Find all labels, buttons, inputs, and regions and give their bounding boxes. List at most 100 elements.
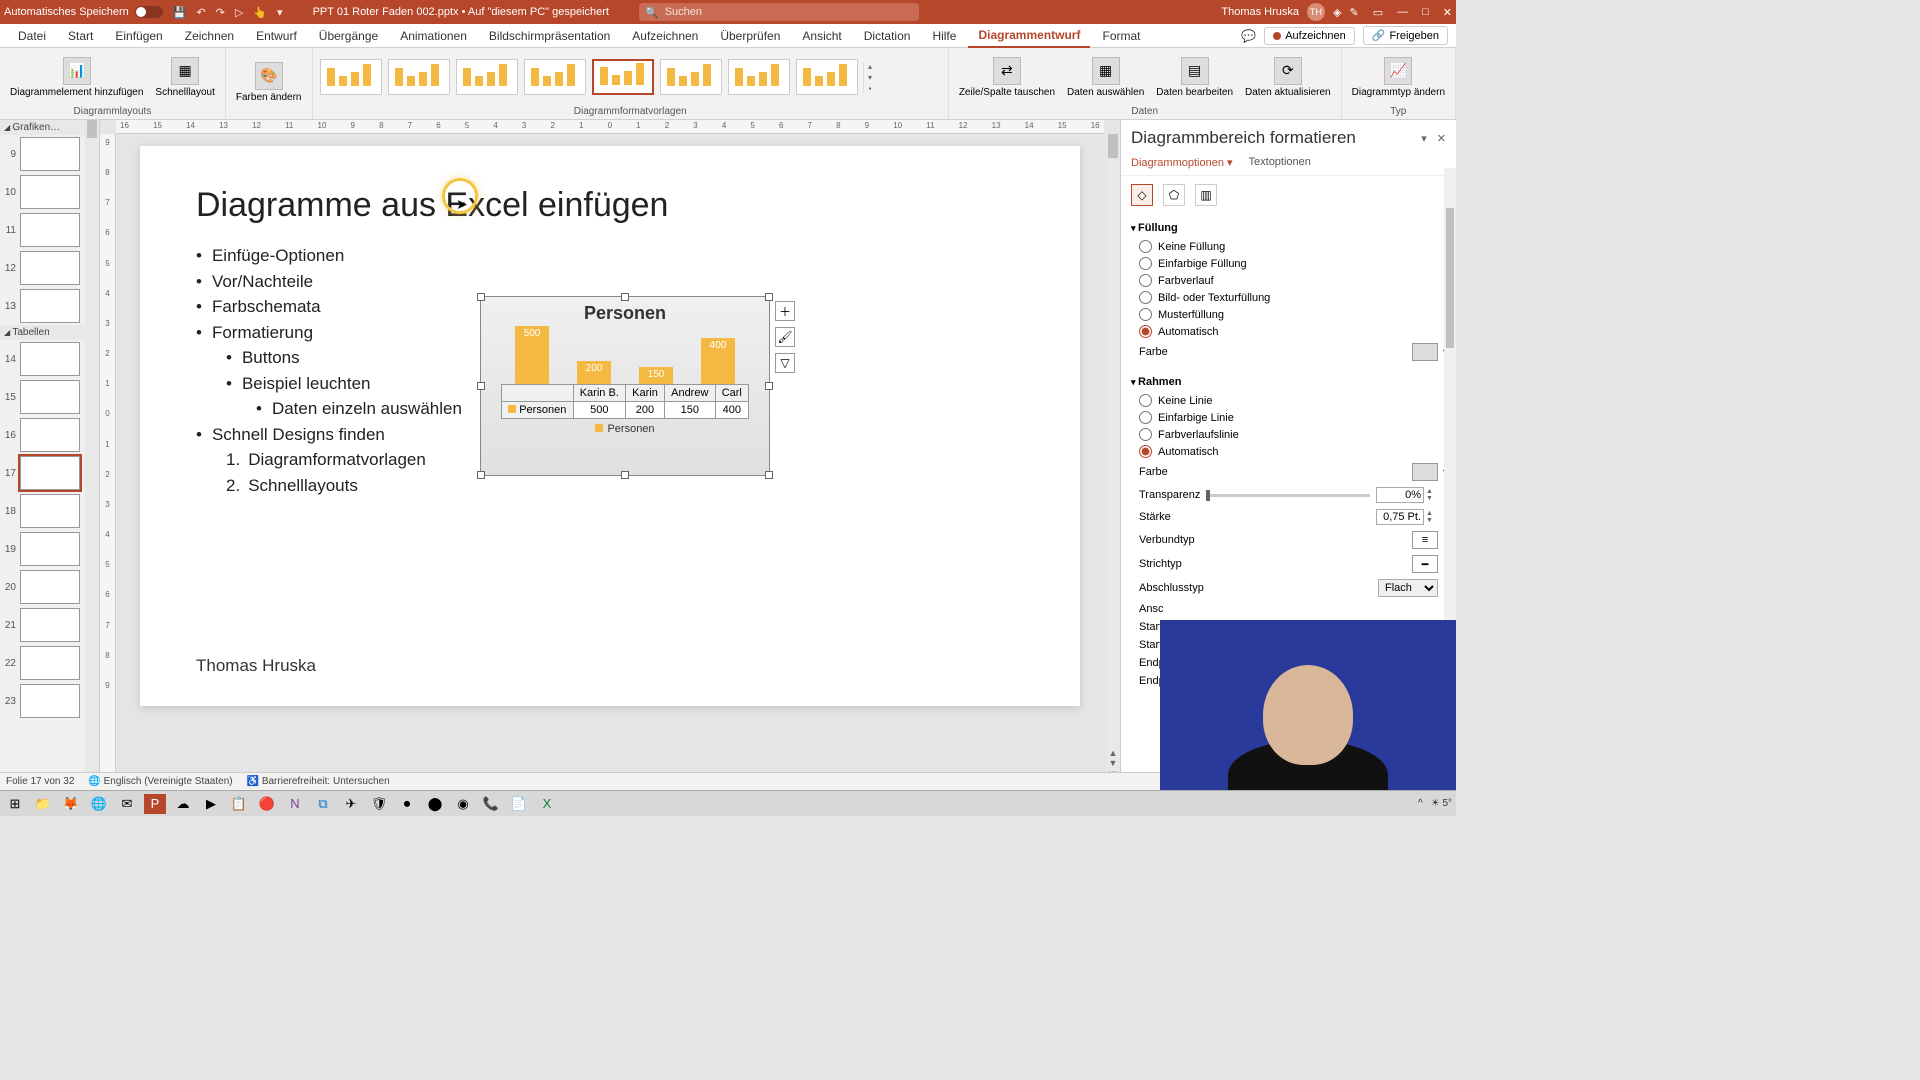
canvas-scroll-handle[interactable]: [1108, 134, 1118, 158]
save-icon[interactable]: 💾: [173, 6, 187, 19]
chart-object[interactable]: ＋ 🖌 ▽ Personen 500200150400 Karin B.Kari…: [480, 296, 770, 476]
tab-uebergaenge[interactable]: Übergänge: [309, 25, 388, 47]
tab-format[interactable]: Format: [1092, 25, 1150, 47]
tab-hilfe[interactable]: Hilfe: [922, 25, 966, 47]
change-chart-type-button[interactable]: 📈Diagrammtyp ändern: [1348, 55, 1449, 100]
compound-type-button[interactable]: ≡: [1412, 531, 1438, 549]
border-auto-radio[interactable]: Automatisch: [1131, 443, 1446, 460]
refresh-data-button[interactable]: ⟳Daten aktualisieren: [1241, 55, 1335, 100]
comments-icon[interactable]: 💬: [1241, 29, 1256, 43]
pane-scroll-handle[interactable]: [1446, 208, 1454, 348]
tab-entwurf[interactable]: Entwurf: [246, 25, 307, 47]
app-icon-1[interactable]: ☁: [172, 794, 194, 814]
pane-dropdown-icon[interactable]: ▾: [1421, 132, 1427, 145]
swap-row-col-button[interactable]: ⇄Zeile/Spalte tauschen: [955, 55, 1059, 100]
app-icon-7[interactable]: ◉: [452, 794, 474, 814]
chart-plot-area[interactable]: 500 200 150 400: [501, 326, 749, 384]
resize-handle-se[interactable]: [765, 471, 773, 479]
powerpoint-icon[interactable]: P: [144, 794, 166, 814]
weather-widget[interactable]: ☀ 5°: [1431, 798, 1452, 809]
transparency-input[interactable]: [1376, 487, 1424, 503]
resize-handle-w[interactable]: [477, 382, 485, 390]
fill-line-icon[interactable]: ◇: [1131, 184, 1153, 206]
cap-type-select[interactable]: Flach: [1378, 579, 1438, 597]
chart-style-7[interactable]: [728, 59, 790, 95]
minimize-icon[interactable]: —: [1397, 6, 1408, 19]
onenote-icon[interactable]: N: [284, 794, 306, 814]
edit-data-button[interactable]: ▤Daten bearbeiten: [1152, 55, 1237, 100]
fill-color-button[interactable]: [1412, 343, 1438, 361]
change-colors-button[interactable]: 🎨Farben ändern: [232, 60, 306, 105]
app-icon-5[interactable]: ⏺: [396, 794, 418, 814]
tab-diagrammentwurf[interactable]: Diagrammentwurf: [968, 24, 1090, 48]
app-icon-9[interactable]: 📄: [508, 794, 530, 814]
autosave-toggle[interactable]: Automatisches Speichern: [4, 6, 163, 18]
dash-type-button[interactable]: ━: [1412, 555, 1438, 573]
scroll-up-icon[interactable]: ▲: [1106, 748, 1120, 758]
fill-gradient-radio[interactable]: Farbverlauf: [1131, 272, 1446, 289]
resize-handle-nw[interactable]: [477, 293, 485, 301]
toggle-switch[interactable]: [135, 6, 163, 18]
chart-style-6[interactable]: [660, 59, 722, 95]
chart-bar[interactable]: 150: [639, 367, 673, 384]
outlook-icon[interactable]: ✉: [116, 794, 138, 814]
telegram-icon[interactable]: ✈: [340, 794, 362, 814]
tab-animationen[interactable]: Animationen: [390, 25, 477, 47]
resize-handle-ne[interactable]: [765, 293, 773, 301]
undo-icon[interactable]: ↶: [196, 6, 205, 19]
chart-style-8[interactable]: [796, 59, 858, 95]
pen-icon[interactable]: ✎: [1350, 6, 1359, 19]
scroll-down-icon[interactable]: ▼: [1106, 758, 1120, 768]
thumbs-scrollbar[interactable]: [85, 120, 99, 790]
chart-style-3[interactable]: [456, 59, 518, 95]
chart-style-2[interactable]: [388, 59, 450, 95]
tab-bildschirm[interactable]: Bildschirmpräsentation: [479, 25, 620, 47]
search-box[interactable]: 🔍 Suchen: [639, 3, 919, 21]
chart-bar[interactable]: 500: [515, 326, 549, 384]
ribbon-options-icon[interactable]: ▭: [1373, 6, 1383, 19]
resize-handle-sw[interactable]: [477, 471, 485, 479]
vscode-icon[interactable]: ⧉: [312, 794, 334, 814]
chart-elements-button[interactable]: ＋: [775, 301, 795, 321]
border-color-button[interactable]: [1412, 463, 1438, 481]
accessibility-status[interactable]: ♿ Barrierefreiheit: Untersuchen: [247, 776, 390, 787]
explorer-icon[interactable]: 📁: [32, 794, 54, 814]
chrome-icon[interactable]: 🌐: [88, 794, 110, 814]
fill-auto-radio[interactable]: Automatisch: [1131, 323, 1446, 340]
tab-datei[interactable]: Datei: [8, 25, 56, 47]
border-gradient-radio[interactable]: Farbverlaufslinie: [1131, 426, 1446, 443]
document-title[interactable]: PPT 01 Roter Faden 002.pptx • Auf "diese…: [313, 6, 609, 18]
slide-counter[interactable]: Folie 17 von 32: [6, 776, 74, 787]
add-chart-element-button[interactable]: 📊Diagrammelement hinzufügen: [6, 55, 147, 100]
select-data-button[interactable]: ▦Daten auswählen: [1063, 55, 1148, 100]
resize-handle-n[interactable]: [621, 293, 629, 301]
canvas-scrollbar[interactable]: ▲▼⏮⏭: [1106, 134, 1120, 790]
chart-bar[interactable]: 400: [701, 338, 735, 384]
pane-close-icon[interactable]: ✕: [1437, 132, 1446, 145]
touch-icon[interactable]: 👆: [253, 6, 267, 19]
resize-handle-s[interactable]: [621, 471, 629, 479]
border-none-radio[interactable]: Keine Linie: [1131, 392, 1446, 409]
fill-section-header[interactable]: Füllung: [1131, 218, 1446, 238]
record-button[interactable]: Aufzeichnen: [1264, 27, 1355, 45]
maximize-icon[interactable]: □: [1422, 6, 1429, 19]
spin-down[interactable]: ▼: [1426, 517, 1438, 524]
spin-down[interactable]: ▼: [1426, 495, 1438, 502]
close-icon[interactable]: ✕: [1443, 6, 1452, 19]
text-options-tab[interactable]: Textoptionen: [1249, 156, 1311, 169]
transparency-slider[interactable]: [1206, 494, 1370, 497]
app-icon-2[interactable]: 📋: [228, 794, 250, 814]
chart-options-tab[interactable]: Diagrammoptionen ▾: [1131, 156, 1233, 169]
tab-einfuegen[interactable]: Einfügen: [105, 25, 172, 47]
tab-aufzeichnen[interactable]: Aufzeichnen: [622, 25, 708, 47]
app-icon-3[interactable]: 🔴: [256, 794, 278, 814]
quick-layout-button[interactable]: ▦Schnelllayout: [151, 55, 218, 100]
spin-up[interactable]: ▲: [1426, 510, 1438, 517]
scrollbar-handle[interactable]: [87, 120, 97, 138]
chart-bar[interactable]: 200: [577, 361, 611, 384]
start-button[interactable]: ⊞: [4, 794, 26, 814]
app-icon-6[interactable]: ⬤: [424, 794, 446, 814]
tab-dictation[interactable]: Dictation: [854, 25, 921, 47]
excel-icon[interactable]: X: [536, 794, 558, 814]
chart-style-5[interactable]: [592, 59, 654, 95]
